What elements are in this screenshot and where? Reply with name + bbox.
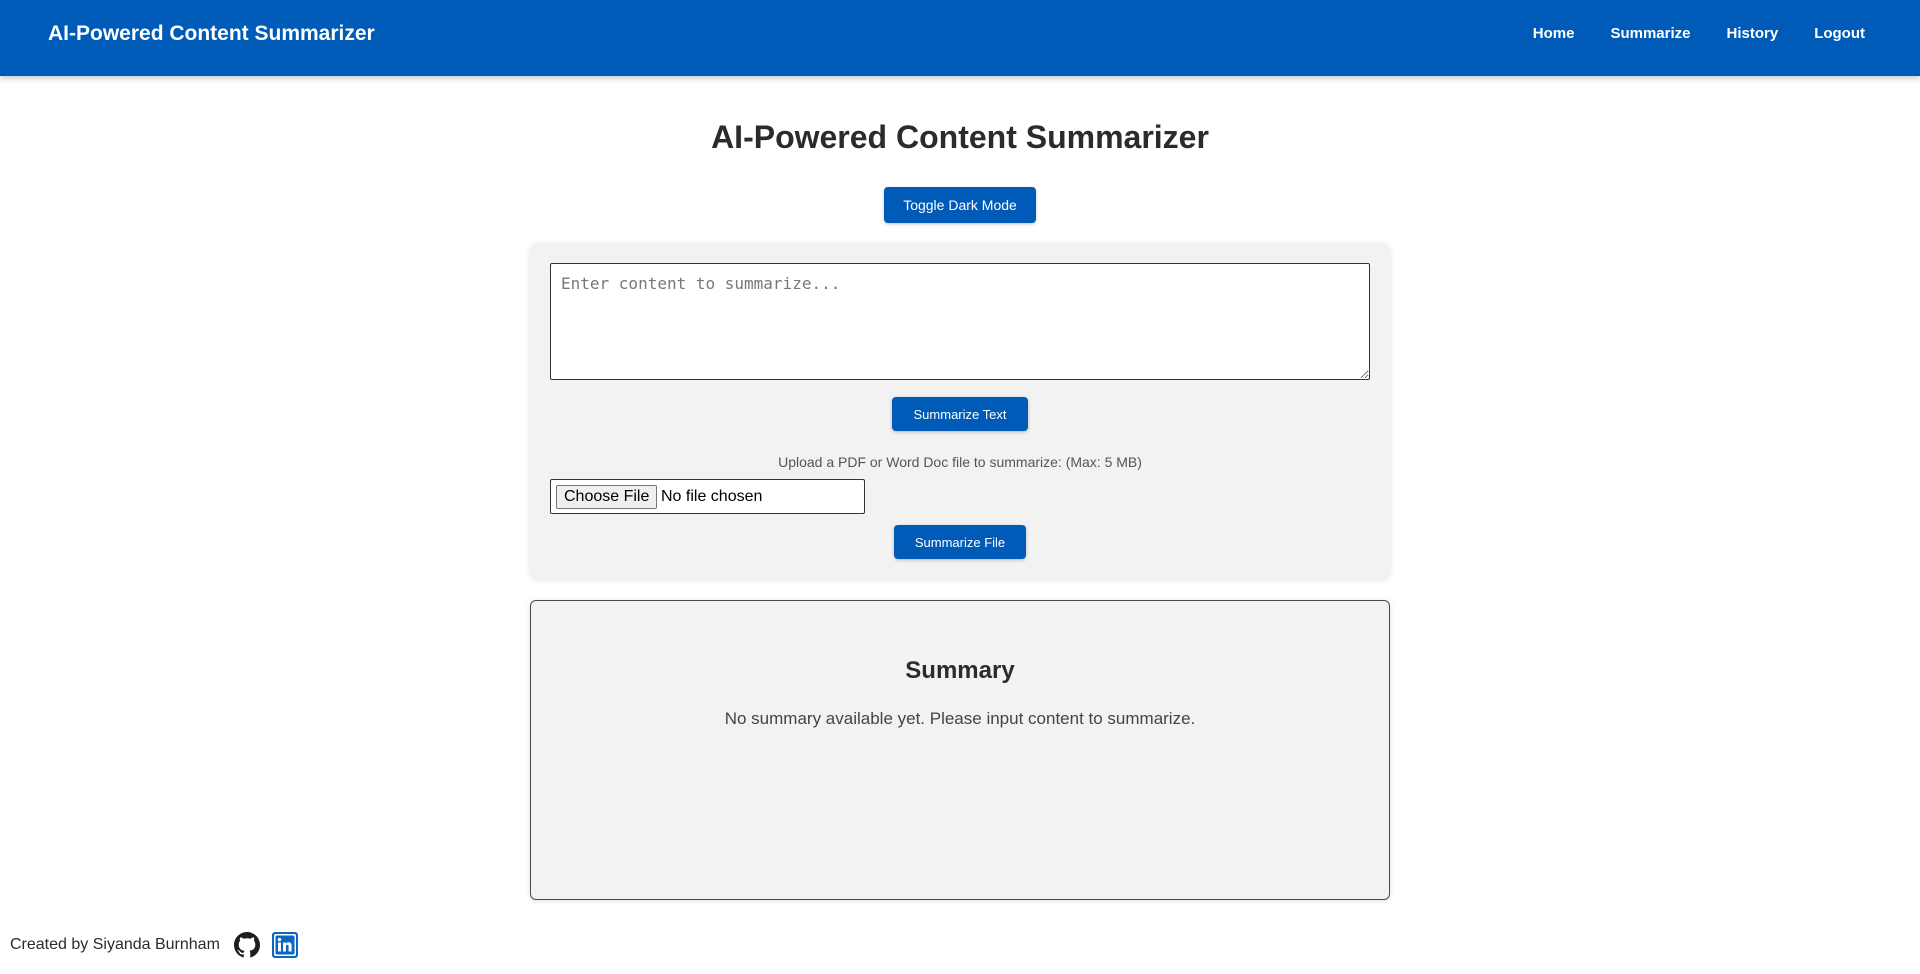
nav-link-summarize[interactable]: Summarize — [1610, 25, 1690, 42]
top-navbar: AI-Powered Content Summarizer Home Summa… — [0, 0, 1920, 76]
summary-text: No summary available yet. Please input c… — [724, 709, 1196, 728]
nav-link-history[interactable]: History — [1727, 25, 1779, 42]
page-title: AI-Powered Content Summarizer — [711, 119, 1209, 155]
linkedin-icon[interactable] — [271, 932, 298, 958]
input-card: Summarize Text Upload a PDF or Word Doc … — [530, 243, 1390, 579]
content-textarea[interactable] — [550, 263, 1370, 380]
summarize-file-button[interactable]: Summarize File — [894, 525, 1026, 559]
upload-instructions: Upload a PDF or Word Doc file to summari… — [778, 454, 1142, 470]
summarize-text-button[interactable]: Summarize Text — [892, 397, 1028, 431]
footer: Created by Siyanda Burnham — [10, 930, 310, 960]
file-input[interactable]: Choose File No file chosen — [550, 479, 865, 514]
summary-heading: Summary — [905, 657, 1015, 684]
nav-link-home[interactable]: Home — [1533, 25, 1575, 42]
choose-file-button[interactable]: Choose File — [556, 485, 658, 509]
summary-panel: Summary No summary available yet. Please… — [530, 600, 1390, 900]
footer-credit: Created by Siyanda Burnham — [10, 936, 220, 953]
nav-links: Home Summarize History Logout — [1497, 25, 1865, 42]
toggle-dark-mode-button[interactable]: Toggle Dark Mode — [884, 187, 1036, 223]
file-status-text: No file chosen — [661, 488, 763, 505]
brand-title[interactable]: AI-Powered Content Summarizer — [48, 22, 375, 46]
nav-link-logout[interactable]: Logout — [1814, 25, 1865, 42]
github-icon[interactable] — [233, 932, 260, 958]
